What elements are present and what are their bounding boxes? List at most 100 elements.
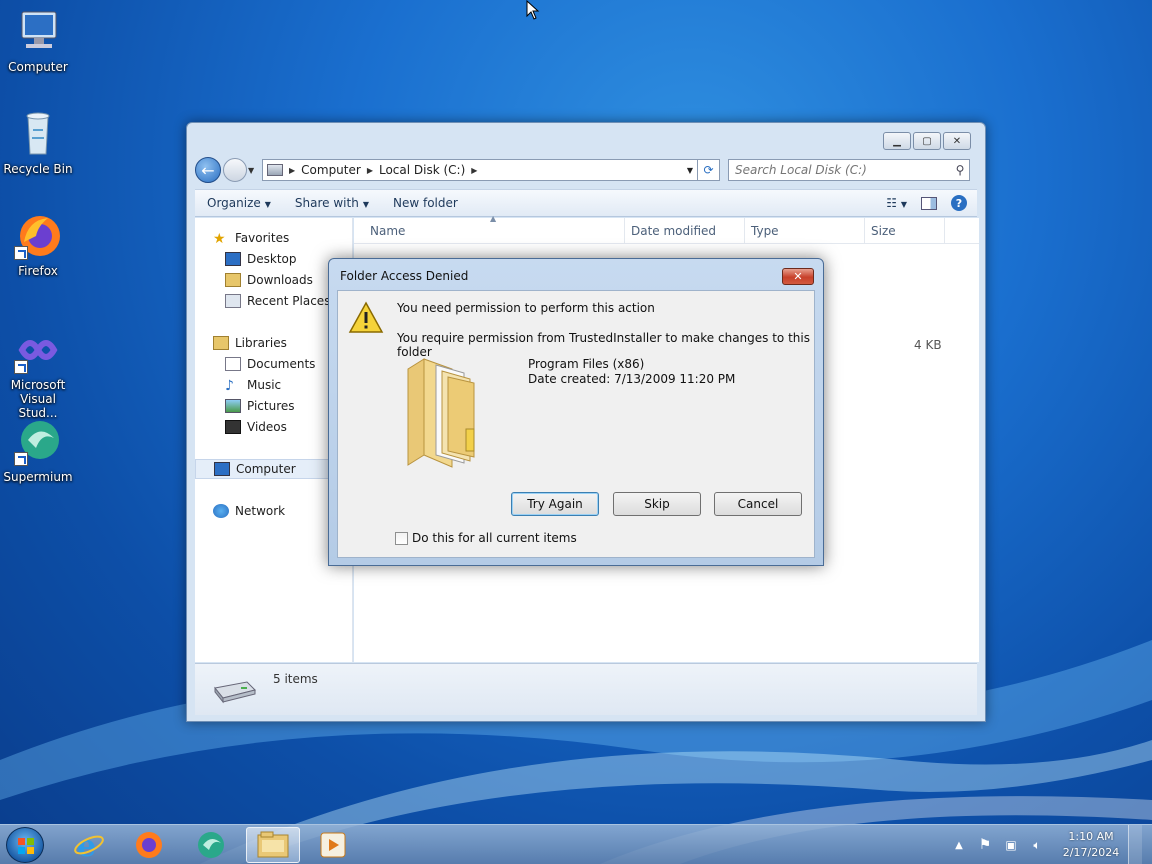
item-name: Program Files (x86)	[528, 357, 645, 371]
preview-pane-icon[interactable]	[921, 196, 937, 210]
nav-label: Recent Places	[247, 294, 331, 308]
shortcut-arrow-icon	[14, 246, 28, 260]
recent-pages-dropdown[interactable]: ▼	[248, 166, 258, 175]
close-button[interactable]: ✕	[943, 132, 971, 150]
nav-label: Videos	[247, 420, 287, 434]
file-size-cell: 4 KB	[914, 338, 942, 352]
view-controls: ☷ ▼ ?	[886, 195, 967, 211]
breadcrumb-computer[interactable]: Computer	[301, 163, 361, 177]
desktop-icon-label: Supermium	[3, 470, 73, 484]
recycle-bin-icon	[14, 110, 62, 158]
desktop-icon-recycle-bin[interactable]: Recycle Bin	[0, 110, 76, 176]
cancel-button[interactable]: Cancel	[714, 492, 802, 516]
computer-icon	[14, 8, 62, 56]
dialog-heading: You need permission to perform this acti…	[397, 301, 655, 315]
mouse-cursor-icon	[526, 0, 540, 20]
folder-access-denied-dialog: Folder Access Denied ✕ You need permissi…	[328, 258, 824, 566]
new-folder-button[interactable]: New folder	[381, 196, 470, 210]
folder-icon	[402, 351, 498, 471]
maximize-button[interactable]: ▢	[913, 132, 941, 150]
dialog-close-button[interactable]: ✕	[782, 268, 814, 285]
nav-label: Network	[235, 504, 286, 518]
chevron-down-icon: ▼	[362, 200, 369, 209]
drive-icon	[267, 164, 283, 176]
drive-icon	[211, 678, 257, 704]
column-divider[interactable]	[744, 218, 745, 244]
share-with-button[interactable]: Share with ▼	[283, 196, 381, 210]
folder-icon	[257, 831, 289, 858]
column-divider[interactable]	[624, 218, 625, 244]
taskbar-media-player[interactable]	[306, 827, 360, 863]
breadcrumb-separator-icon[interactable]: ▶	[289, 166, 295, 175]
desktop-icon-label: Microsoft Visual Stud...	[10, 378, 66, 420]
breadcrumb-local-disk[interactable]: Local Disk (C:)	[379, 163, 465, 177]
clock[interactable]: 1:10 AM 2/17/2024	[1060, 829, 1122, 861]
skip-button[interactable]: Skip	[613, 492, 701, 516]
start-button[interactable]	[6, 827, 44, 863]
desktop-icon-supermium[interactable]: Supermium	[0, 418, 76, 484]
nav-label: Pictures	[247, 399, 295, 413]
nav-label: Favorites	[235, 231, 290, 245]
nav-favorites[interactable]: ★ Favorites	[213, 228, 371, 248]
desktop-icon-label: Recycle Bin	[3, 162, 73, 176]
breadcrumb-separator-icon[interactable]: ▶	[367, 166, 373, 175]
minimize-button[interactable]: ▁	[883, 132, 911, 150]
network-icon	[213, 504, 229, 518]
taskbar-supermium[interactable]	[184, 827, 238, 863]
window-controls: ▁ ▢ ✕	[883, 132, 971, 150]
apply-to-all-checkbox[interactable]: Do this for all current items	[395, 531, 577, 545]
column-divider[interactable]	[864, 218, 865, 244]
column-type[interactable]: Type	[751, 224, 779, 240]
column-name[interactable]: Name	[370, 224, 405, 240]
nav-label: Music	[247, 378, 282, 392]
desktop-icon-computer[interactable]: Computer	[0, 8, 76, 74]
show-hidden-icons-button[interactable]: ▲	[951, 837, 967, 853]
notification-area: ▲ ⚑ ▣ 🔈︎ 1:10 AM 2/17/2024	[946, 825, 1142, 864]
action-center-flag-icon[interactable]: ⚑	[977, 837, 993, 853]
star-icon: ★	[213, 231, 226, 247]
column-size[interactable]: Size	[871, 224, 896, 240]
forward-button[interactable]	[223, 158, 247, 182]
address-bar[interactable]: ▶ Computer ▶ Local Disk (C:) ▶ ▼	[262, 159, 698, 181]
command-bar: Organize ▼ Share with ▼ New folder ☷ ▼ ?	[195, 189, 977, 217]
shortcut-arrow-icon	[14, 360, 28, 374]
back-button[interactable]: ←	[195, 157, 221, 183]
dialog-body: You need permission to perform this acti…	[337, 290, 815, 558]
shortcut-arrow-icon	[14, 452, 28, 466]
item-count: 5 items	[273, 672, 318, 686]
desktop-icon-label: Firefox	[18, 264, 58, 278]
sort-arrow-icon: ▲	[490, 214, 497, 223]
column-divider[interactable]	[944, 218, 945, 244]
organize-label: Organize	[207, 196, 261, 210]
address-dropdown-icon[interactable]: ▼	[687, 166, 693, 175]
breadcrumb-separator-icon[interactable]: ▶	[471, 166, 477, 175]
firefox-icon	[14, 212, 62, 260]
organize-button[interactable]: Organize ▼	[195, 196, 283, 210]
navigation-bar: ← ▼ ▶ Computer ▶ Local Disk (C:) ▶ ▼ ⟳ ⚲	[195, 157, 977, 183]
desktop-icon-firefox[interactable]: Firefox	[0, 212, 76, 278]
column-date-modified[interactable]: Date modified	[631, 224, 716, 240]
help-icon[interactable]: ?	[951, 195, 967, 211]
try-again-button[interactable]: Try Again	[511, 492, 599, 516]
network-icon[interactable]: ▣	[1003, 837, 1019, 853]
refresh-button[interactable]: ⟳	[698, 159, 720, 181]
taskbar-windows-explorer[interactable]	[246, 827, 300, 863]
search-icon[interactable]: ⚲	[951, 163, 969, 177]
change-view-icon[interactable]: ☷ ▼	[886, 196, 907, 210]
nav-label: Documents	[247, 357, 316, 371]
taskbar-firefox[interactable]	[122, 827, 176, 863]
show-desktop-button[interactable]	[1128, 825, 1142, 864]
desktop-icon-label: Computer	[8, 60, 68, 74]
recent-places-icon	[225, 294, 241, 308]
checkbox-box[interactable]	[395, 531, 408, 545]
desktop-icon-visual-studio[interactable]: Microsoft Visual Stud...	[0, 326, 76, 420]
pictures-icon	[225, 399, 241, 413]
documents-icon	[225, 357, 241, 371]
checkbox-label[interactable]: Do this for all current items	[412, 531, 577, 545]
search-box[interactable]: ⚲	[728, 159, 970, 181]
volume-muted-icon[interactable]: 🔈︎	[1029, 837, 1045, 853]
dialog-title: Folder Access Denied	[340, 269, 469, 283]
nav-label: Downloads	[247, 273, 313, 287]
search-input[interactable]	[729, 163, 951, 177]
taskbar-internet-explorer[interactable]: e	[62, 827, 116, 863]
